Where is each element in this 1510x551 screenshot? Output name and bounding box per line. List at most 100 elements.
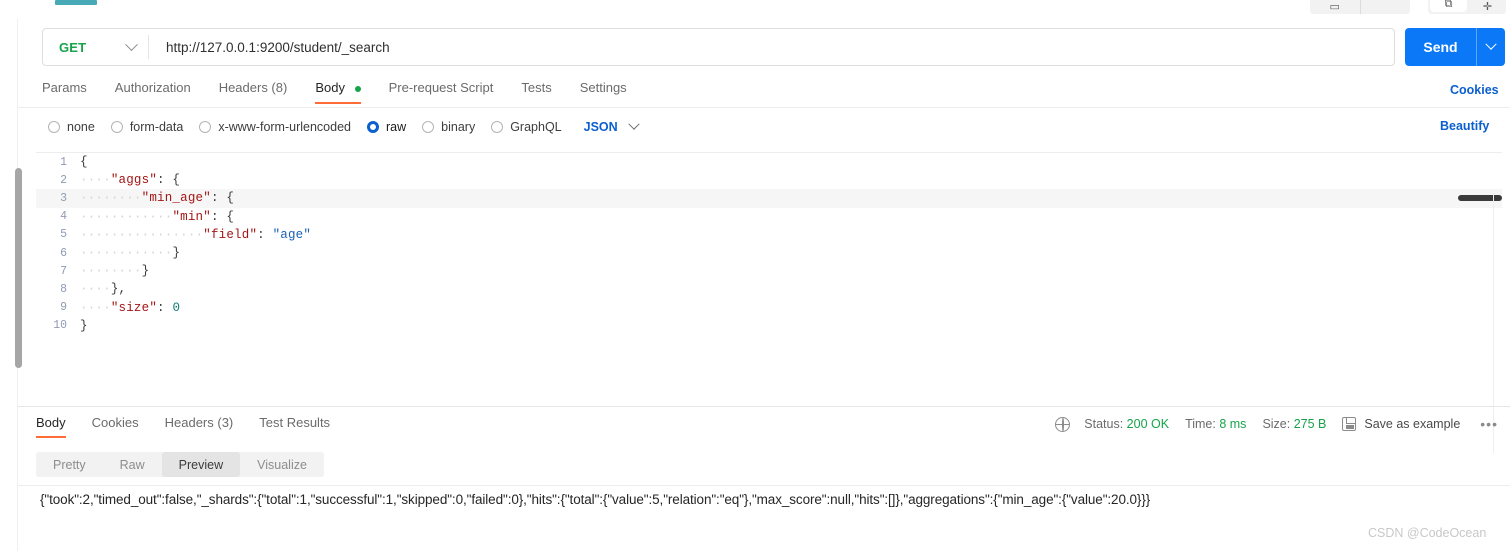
whitespace-guide: ···· [172, 227, 204, 242]
send-options-button[interactable] [1477, 38, 1505, 51]
request-body-editor[interactable]: 1{2 ····"aggs": {3 ········"min_age": {4 ··… [36, 152, 1502, 453]
cookies-link[interactable]: Cookies [1450, 83, 1499, 97]
time-label: Time: [1185, 417, 1216, 431]
code-line[interactable]: 2 ····"aggs": { [36, 171, 1502, 189]
ellipsis-icon[interactable]: ••• [1480, 416, 1498, 432]
tab-params-label: Params [42, 80, 87, 95]
whitespace-guide: ···· [80, 264, 111, 279]
response-tab-cookies[interactable]: Cookies [79, 415, 152, 430]
radio-selected-icon [367, 121, 379, 133]
body-type-graphql[interactable]: GraphQL [491, 120, 562, 134]
status-badge: Status: 200 OK [1084, 417, 1169, 431]
line-number: 1 [60, 155, 67, 169]
code-token: "min" [172, 209, 211, 224]
request-url-input[interactable]: http://127.0.0.1:9200/student/_search [149, 29, 1394, 65]
code-line[interactable]: 10} [36, 317, 1502, 335]
response-time: Time: 8 ms [1185, 417, 1246, 431]
response-status-bar: Status: 200 OK Time: 8 ms Size: 275 B Sa… [1055, 416, 1502, 432]
response-tab-headers[interactable]: Headers (3) [152, 415, 247, 430]
view-mode-visualize[interactable]: Visualize [240, 452, 324, 477]
code-line[interactable]: 5 ················"field": "age" [36, 226, 1502, 244]
whitespace-guide: ···· [141, 246, 173, 261]
code-token: : [257, 227, 265, 242]
code-line[interactable]: 4 ············"min": { [36, 208, 1502, 226]
code-token: : [157, 300, 165, 315]
save-as-example-button[interactable]: Save as example [1364, 417, 1460, 431]
panel-icon[interactable] [1361, 0, 1411, 14]
response-tab-headers-label: Headers (3) [164, 415, 234, 430]
line-number: 3 [60, 191, 67, 205]
http-method-value: GET [59, 39, 87, 55]
code-text: ········"min_age": { [80, 191, 234, 205]
code-token: } [80, 318, 88, 333]
whitespace-guide: ···· [110, 227, 142, 242]
line-number: 10 [53, 319, 67, 333]
tab-params[interactable]: Params [42, 80, 101, 95]
view-mode-preview[interactable]: Preview [161, 452, 241, 477]
whitespace-guide: ···· [110, 246, 142, 261]
chevron-down-icon [628, 118, 640, 130]
tab-pre-request-script[interactable]: Pre-request Script [375, 80, 508, 95]
tab-authorization[interactable]: Authorization [101, 80, 205, 95]
sidebar-scrollbar-thumb[interactable] [15, 168, 22, 368]
tab-headers[interactable]: Headers (8) [205, 80, 302, 95]
body-type-form-data[interactable]: form-data [110, 120, 183, 134]
code-text: ····"size": 0 [80, 301, 180, 315]
code-token: "size" [110, 300, 158, 315]
response-body-divider [18, 485, 1510, 486]
active-response-tab-underline [36, 436, 66, 438]
body-type-urlencoded[interactable]: x-www-form-urlencoded [199, 120, 351, 134]
body-type-none[interactable]: none [48, 120, 95, 134]
status-value: 200 OK [1126, 417, 1170, 431]
layout-icon[interactable]: ▭ [1310, 0, 1360, 14]
code-line[interactable]: 3 ········"min_age": { [36, 189, 1502, 208]
response-tab-cookies-label: Cookies [91, 415, 139, 430]
code-token: "field" [203, 227, 258, 242]
body-format-dropdown[interactable]: JSON [584, 118, 640, 134]
tab-body[interactable]: Body [301, 80, 374, 104]
code-token: { [80, 155, 88, 170]
code-line[interactable]: 8 ····}, [36, 280, 1502, 298]
code-line[interactable]: 1{ [36, 153, 1502, 171]
response-view-mode-group: Pretty Raw Preview Visualize [36, 452, 324, 477]
code-token: }, [110, 282, 127, 297]
response-tab-body[interactable]: Body [36, 415, 79, 438]
body-type-raw[interactable]: raw [367, 120, 406, 134]
view-mode-pretty[interactable]: Pretty [36, 452, 103, 477]
code-line[interactable]: 7 ········} [36, 262, 1502, 280]
tab-tests[interactable]: Tests [507, 80, 565, 95]
status-label: Status: [1084, 417, 1124, 431]
http-method-dropdown[interactable]: GET [43, 29, 148, 65]
response-divider [18, 406, 1510, 407]
view-mode-raw[interactable]: Raw [103, 452, 162, 477]
body-type-binary[interactable]: binary [422, 120, 475, 134]
body-type-none-label: none [67, 120, 95, 134]
response-tab-test-results[interactable]: Test Results [246, 415, 343, 430]
response-tabs: Body Cookies Headers (3) Test Results [36, 415, 343, 439]
code-token: { [218, 191, 235, 206]
tab-pre-request-script-label: Pre-request Script [388, 80, 494, 95]
send-button-group: Send [1405, 28, 1505, 66]
chevron-down-icon [1485, 38, 1497, 50]
response-tab-body-label: Body [36, 415, 66, 430]
radio-icon [491, 121, 504, 133]
radio-icon [110, 121, 123, 133]
size-label: Size: [1262, 417, 1291, 431]
code-line[interactable]: 9 ····"size": 0 [36, 299, 1502, 317]
beautify-link[interactable]: Beautify [1440, 119, 1489, 133]
send-button[interactable]: Send [1405, 39, 1476, 55]
whitespace-guide: ···· [80, 300, 111, 315]
plus-icon[interactable]: ✛ [1469, 0, 1506, 14]
code-line[interactable]: 6 ············} [36, 244, 1502, 262]
editor-horizontal-scrollbar[interactable] [1458, 195, 1502, 201]
tab-authorization-label: Authorization [114, 80, 191, 95]
code-text: ············"min": { [80, 210, 234, 224]
copy-icon[interactable]: ⧉ [1430, 0, 1467, 12]
tab-settings[interactable]: Settings [566, 80, 641, 95]
code-token: } [141, 264, 150, 279]
line-number: 7 [60, 264, 67, 278]
code-token: "aggs" [110, 173, 158, 188]
whitespace-guide: ···· [110, 191, 142, 206]
request-tab-indicator[interactable] [55, 0, 97, 5]
code-token: : [157, 173, 165, 188]
